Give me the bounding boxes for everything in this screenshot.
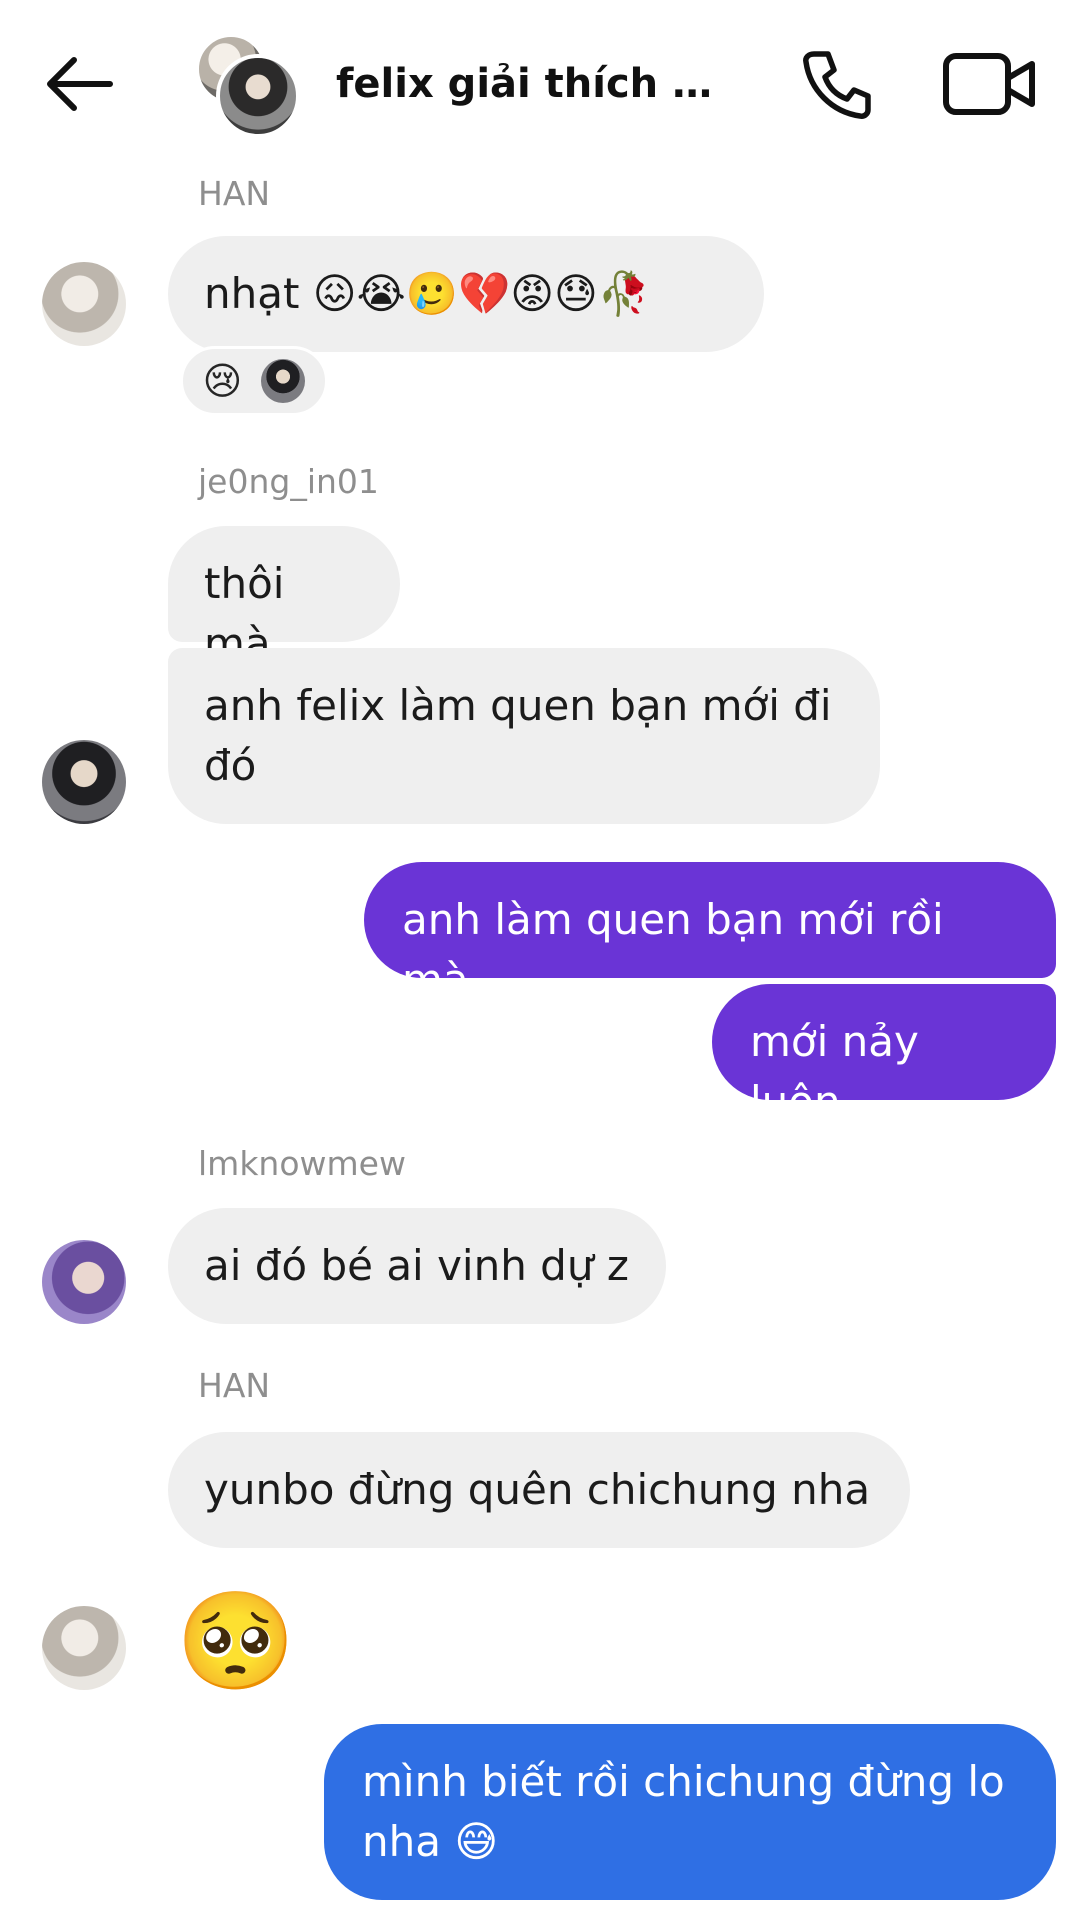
outgoing-message-bubble[interactable]: anh làm quen bạn mới rồi mà xyxy=(364,862,1056,1004)
outgoing-message-bubble[interactable]: mình biết rồi chichung đừng lo nha 😅 xyxy=(324,1724,1056,1900)
back-arrow-icon xyxy=(47,57,113,111)
message-bubble[interactable]: yunbo đừng quên chichung nha xyxy=(168,1432,910,1548)
sender-name: HAN xyxy=(198,174,271,213)
sender-name: HAN xyxy=(198,1366,271,1405)
avatar[interactable] xyxy=(42,740,126,824)
message-bubble[interactable]: thôi mà xyxy=(168,526,400,668)
emoji-message[interactable]: 🥺 xyxy=(176,1586,296,1696)
message-bubble[interactable]: nhạt 😖😭🥲💔😡😓🥀 xyxy=(168,236,764,352)
avatar[interactable] xyxy=(42,1240,126,1324)
video-camera-icon xyxy=(943,53,1035,115)
avatar xyxy=(216,54,300,138)
avatar[interactable] xyxy=(42,1606,126,1690)
audio-call-button[interactable] xyxy=(796,44,876,124)
reactor-avatar xyxy=(261,359,306,403)
phone-icon xyxy=(803,51,871,119)
sender-name: lmknowmew xyxy=(198,1144,406,1183)
sender-name: je0ng_in01 xyxy=(198,462,379,501)
video-call-button[interactable] xyxy=(940,44,1040,124)
reaction-emoji: 😢 xyxy=(202,359,243,403)
avatar[interactable] xyxy=(42,262,126,346)
thread-avatar-group[interactable] xyxy=(196,34,300,138)
outgoing-message-bubble[interactable]: mới nảy luôn xyxy=(712,984,1056,1126)
back-button[interactable] xyxy=(40,44,130,124)
reaction-pill[interactable]: 😢 xyxy=(180,346,328,416)
thread-title[interactable]: felix giải thích đi g... xyxy=(336,52,736,116)
message-bubble[interactable]: anh felix làm quen bạn mới đi đó xyxy=(168,648,880,824)
message-bubble[interactable]: ai đó bé ai vinh dự z xyxy=(168,1208,666,1324)
